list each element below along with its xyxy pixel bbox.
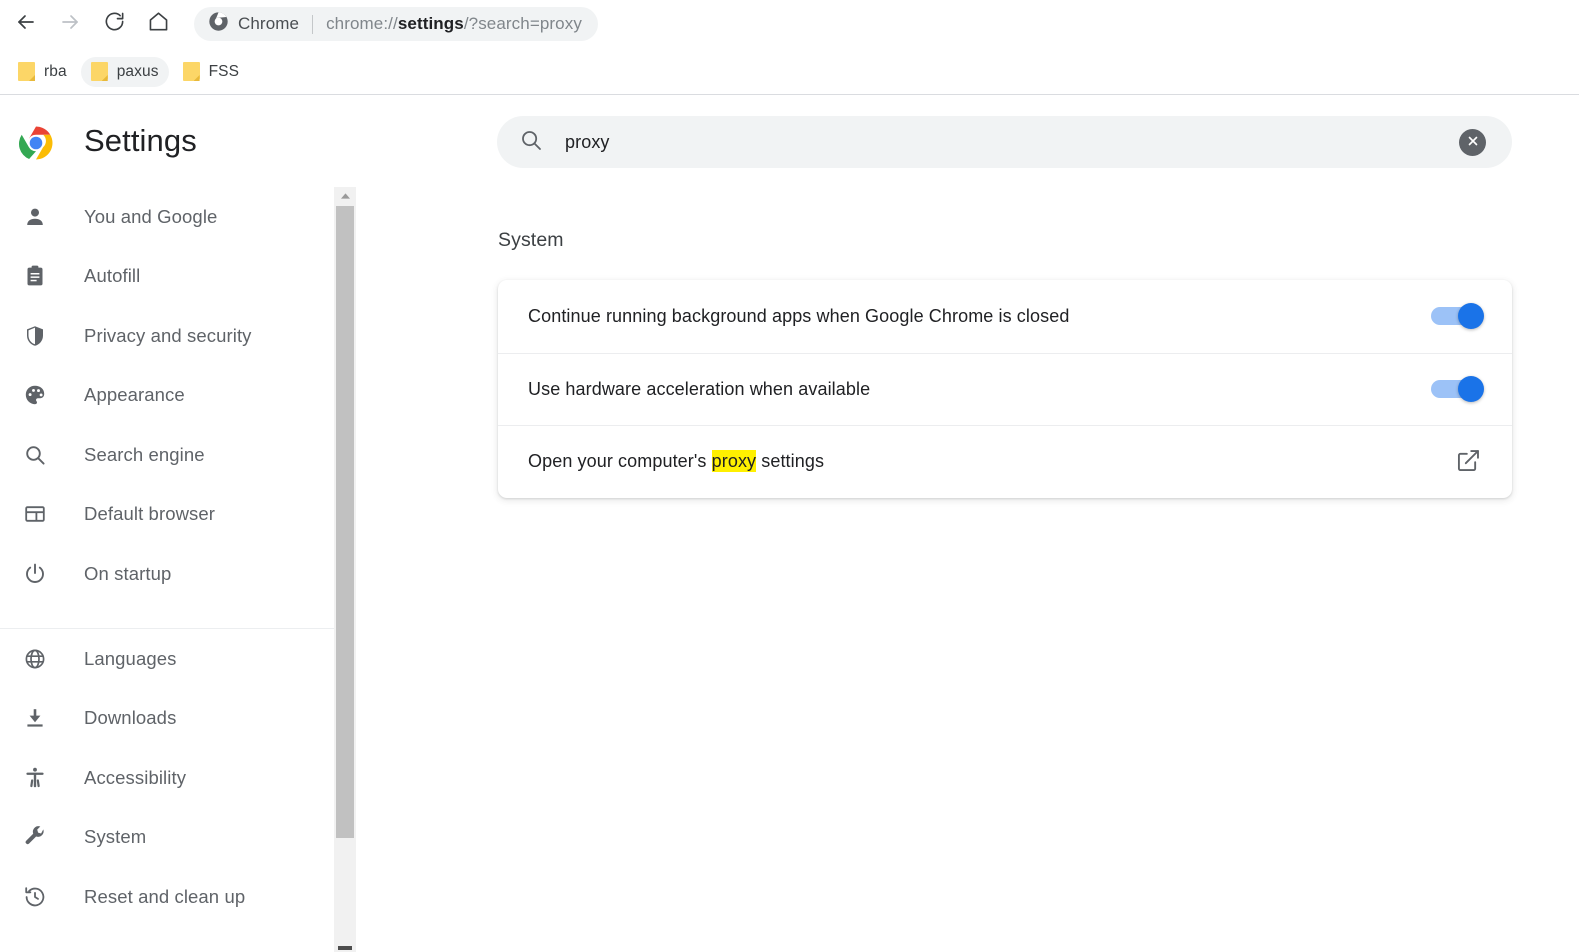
sidebar-group-secondary: Languages Downloads Accessibility System…	[0, 629, 334, 927]
settings-sidebar: You and Google Autofill Privacy and secu…	[0, 187, 334, 952]
forward-button[interactable]	[48, 2, 92, 46]
sidebar-item-label: Languages	[84, 648, 176, 670]
toggle-knob	[1458, 303, 1484, 329]
sidebar-item-label: On startup	[84, 563, 171, 585]
open-proxy-settings-button[interactable]	[1452, 446, 1484, 478]
arrow-right-icon	[58, 10, 82, 39]
setting-label-before: Open your computer's	[528, 451, 712, 471]
page-title: Settings	[84, 123, 197, 159]
toggle-knob	[1458, 376, 1484, 402]
browser-window-icon	[22, 501, 48, 527]
sidebar-item-search-engine[interactable]: Search engine	[0, 425, 334, 485]
sidebar-item-label: Appearance	[84, 384, 185, 406]
shield-icon	[22, 323, 48, 349]
folder-icon	[183, 62, 200, 81]
folder-icon	[18, 62, 35, 81]
bookmark-label: paxus	[117, 63, 159, 81]
sidebar-item-label: Default browser	[84, 503, 215, 525]
sidebar-item-downloads[interactable]: Downloads	[0, 689, 334, 749]
wrench-icon	[22, 824, 48, 850]
chrome-logo-icon	[18, 125, 54, 161]
history-restore-icon	[22, 884, 48, 910]
power-icon	[22, 561, 48, 587]
person-icon	[22, 204, 48, 230]
sidebar-item-label: Privacy and security	[84, 325, 252, 347]
setting-label: Open your computer's proxy settings	[528, 451, 1452, 472]
setting-label: Continue running background apps when Go…	[528, 306, 1431, 327]
setting-row-background-apps[interactable]: Continue running background apps when Go…	[498, 280, 1512, 353]
omnibox-url-suffix: /?search=proxy	[464, 14, 582, 33]
bookmark-item-paxus[interactable]: paxus	[81, 57, 169, 87]
scrollbar-down-button[interactable]	[338, 946, 352, 950]
settings-main-content: System Continue running background apps …	[356, 187, 1579, 952]
folder-icon	[91, 62, 108, 81]
omnibox-scheme-label: Chrome	[238, 14, 299, 34]
settings-search-box[interactable]	[497, 116, 1512, 168]
sidebar-item-autofill[interactable]: Autofill	[0, 247, 334, 307]
sidebar-item-label: You and Google	[84, 206, 217, 228]
sidebar-item-label: Reset and clean up	[84, 886, 245, 908]
sidebar-item-appearance[interactable]: Appearance	[0, 366, 334, 426]
sidebar-item-label: Downloads	[84, 707, 176, 729]
back-button[interactable]	[4, 2, 48, 46]
sidebar-item-on-startup[interactable]: On startup	[0, 544, 334, 604]
sidebar-item-label: Accessibility	[84, 767, 186, 789]
sidebar-item-label: Autofill	[84, 265, 140, 287]
globe-icon	[22, 646, 48, 672]
bookmark-label: FSS	[209, 63, 239, 81]
sidebar-item-system[interactable]: System	[0, 808, 334, 868]
sidebar-group-primary: You and Google Autofill Privacy and secu…	[0, 187, 334, 604]
home-icon	[147, 10, 170, 38]
external-link-icon	[1456, 448, 1481, 476]
setting-row-hardware-acceleration[interactable]: Use hardware acceleration when available	[498, 353, 1512, 426]
browser-toolbar: Chrome chrome://settings/?search=proxy	[0, 0, 1579, 48]
scrollbar-up-button[interactable]	[334, 187, 356, 205]
reload-button[interactable]	[92, 2, 136, 46]
download-icon	[22, 705, 48, 731]
address-bar[interactable]: Chrome chrome://settings/?search=proxy	[194, 7, 598, 41]
home-button[interactable]	[136, 2, 180, 46]
sidebar-item-languages[interactable]: Languages	[0, 629, 334, 689]
hardware-acceleration-toggle[interactable]	[1431, 376, 1484, 402]
omnibox-url-strong: settings	[398, 14, 464, 33]
bookmarks-bar: rba paxus FSS	[0, 48, 1579, 95]
search-icon	[519, 128, 543, 157]
omnibox-divider	[312, 15, 313, 34]
chrome-monochrome-icon	[208, 11, 229, 37]
omnibox-url-prefix: chrome://	[326, 14, 398, 33]
sidebar-item-default-browser[interactable]: Default browser	[0, 485, 334, 545]
setting-label: Use hardware acceleration when available	[528, 379, 1431, 400]
close-icon	[1466, 134, 1480, 151]
bookmark-item-fss[interactable]: FSS	[173, 57, 249, 87]
setting-row-proxy-settings[interactable]: Open your computer's proxy settings	[498, 425, 1512, 498]
background-apps-toggle[interactable]	[1431, 303, 1484, 329]
reload-icon	[103, 10, 126, 38]
settings-card: Continue running background apps when Go…	[498, 280, 1512, 498]
sidebar-item-label: System	[84, 826, 146, 848]
omnibox-url-text: chrome://settings/?search=proxy	[326, 14, 582, 34]
scrollbar-thumb[interactable]	[336, 206, 354, 838]
triangle-up-icon	[340, 187, 351, 205]
sidebar-item-privacy-and-security[interactable]: Privacy and security	[0, 306, 334, 366]
sidebar-item-label: Search engine	[84, 444, 205, 466]
setting-label-after: settings	[756, 451, 824, 471]
bookmark-label: rba	[44, 63, 67, 81]
sidebar-item-accessibility[interactable]: Accessibility	[0, 748, 334, 808]
search-input[interactable]	[565, 132, 1459, 153]
sidebar-scrollbar[interactable]	[334, 187, 356, 952]
clipboard-icon	[22, 263, 48, 289]
bookmark-item-rba[interactable]: rba	[8, 57, 77, 87]
sidebar-item-reset-and-clean-up[interactable]: Reset and clean up	[0, 867, 334, 927]
section-heading: System	[498, 229, 564, 252]
accessibility-icon	[22, 765, 48, 791]
search-highlight: proxy	[712, 450, 757, 472]
arrow-left-icon	[14, 10, 38, 39]
search-icon	[22, 442, 48, 468]
clear-search-button[interactable]	[1459, 129, 1486, 156]
palette-icon	[22, 382, 48, 408]
sidebar-item-you-and-google[interactable]: You and Google	[0, 187, 334, 247]
